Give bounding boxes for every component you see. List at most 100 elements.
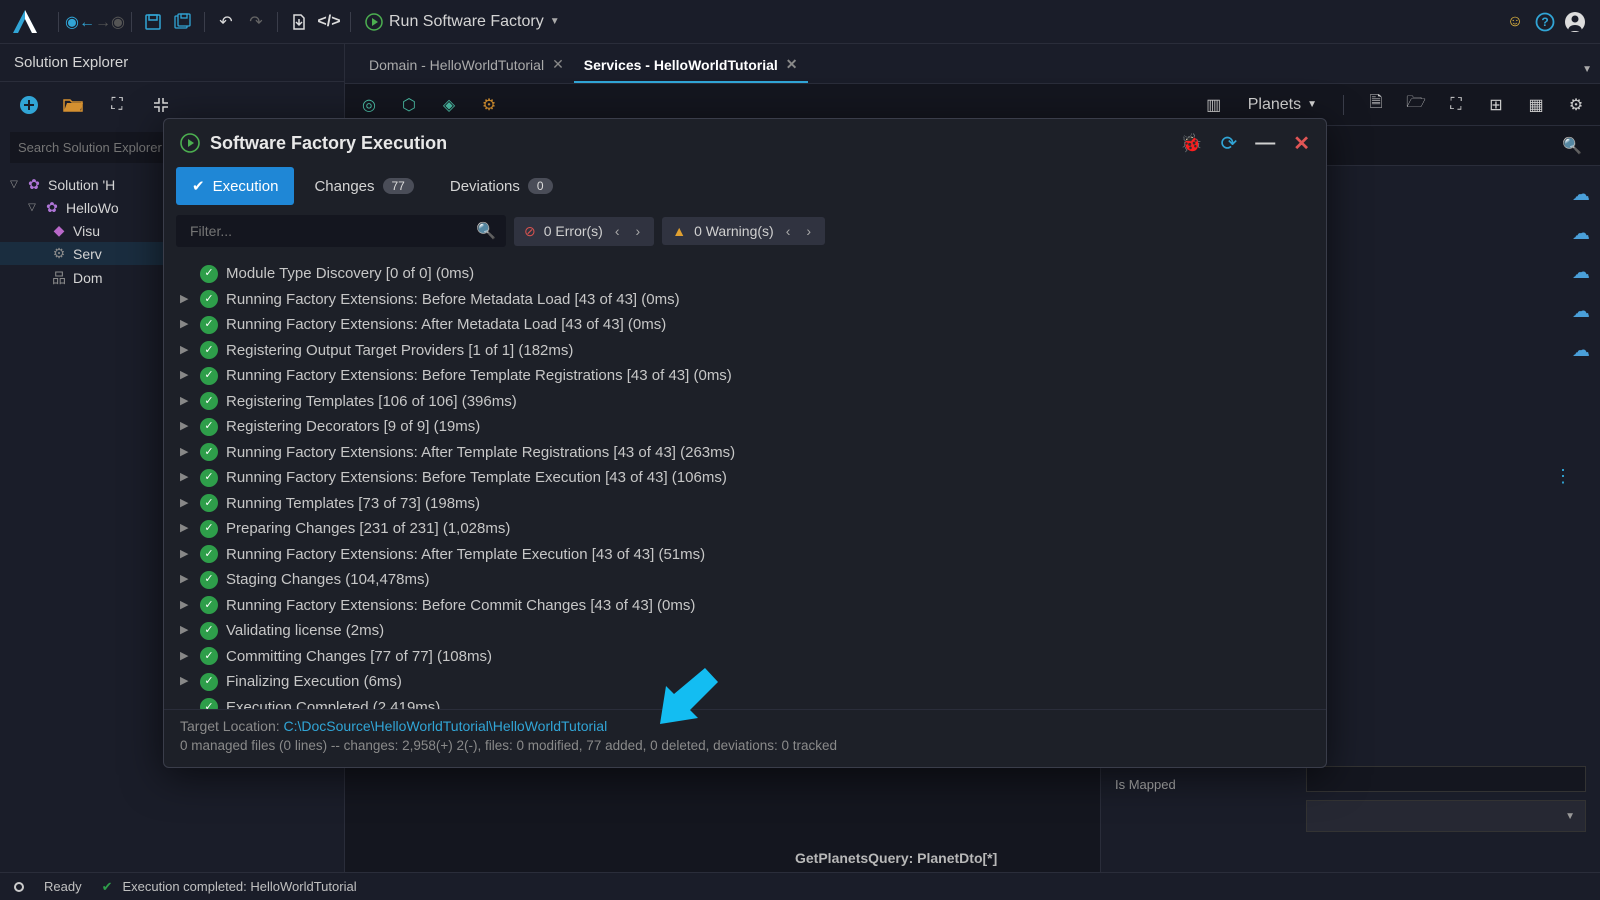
prev-warning-icon[interactable]: ‹ (782, 223, 795, 239)
save-all-icon[interactable] (168, 7, 198, 37)
status-ready: Ready (44, 879, 82, 894)
warning-icon: ▲ (672, 223, 686, 239)
cloud-icon[interactable]: ☁ (1572, 223, 1590, 244)
code-icon[interactable]: </> (314, 7, 344, 37)
expand-arrow-icon: ▶ (180, 545, 192, 564)
log-row[interactable]: ▶✓Running Factory Extensions: After Temp… (180, 542, 1310, 568)
undo-icon[interactable]: ↶ (211, 7, 241, 37)
layout-icon[interactable]: ▥ (1200, 91, 1228, 119)
is-mapped-value[interactable] (1306, 766, 1586, 792)
log-text: Finalizing Execution (6ms) (226, 669, 402, 695)
expand-icon[interactable]: ⛶ (102, 90, 132, 120)
cloud-icon[interactable]: ☁ (1572, 184, 1590, 205)
log-row[interactable]: ▶✓Staging Changes (104,478ms) (180, 567, 1310, 593)
log-row[interactable]: ▶✓Running Factory Extensions: Before Tem… (180, 465, 1310, 491)
log-row[interactable]: ▶✓Registering Decorators [9 of 9] (19ms) (180, 414, 1310, 440)
folder-open-icon[interactable] (58, 90, 88, 120)
chevron-down-icon: ▼ (550, 16, 560, 27)
folder-icon[interactable]: 🗁 (1402, 91, 1430, 119)
dialog-tabs: ✔ Execution Changes 77 Deviations 0 (164, 167, 1326, 205)
file-icon[interactable]: 🗎 (1362, 91, 1390, 119)
account-icon[interactable] (1560, 7, 1590, 37)
search-icon[interactable]: 🔍 (476, 221, 496, 241)
ct-icon-4[interactable]: ⚙ (475, 91, 503, 119)
ct-icon-1[interactable]: ◎ (355, 91, 383, 119)
errors-box[interactable]: ⊘ 0 Error(s) ‹ › (514, 217, 654, 246)
tab-services[interactable]: Services - HelloWorldTutorial ✕ (574, 48, 808, 83)
expand-icon[interactable]: ⛶ (1442, 91, 1470, 119)
log-row[interactable]: ▶✓Running Factory Extensions: Before Com… (180, 593, 1310, 619)
log-row[interactable]: ▶✓Registering Templates [106 of 106] (39… (180, 389, 1310, 415)
warnings-box[interactable]: ▲ 0 Warning(s) ‹ › (662, 217, 825, 245)
log-row[interactable]: ✓Execution Completed (2,419ms) (180, 695, 1310, 710)
add-icon[interactable] (14, 90, 44, 120)
log-row[interactable]: ▶✓Running Factory Extensions: Before Met… (180, 287, 1310, 313)
expand-arrow-icon: ▶ (180, 392, 192, 411)
search-icon[interactable]: 🔍 (1554, 132, 1590, 160)
log-text: Running Factory Extensions: After Templa… (226, 542, 705, 568)
execution-log: ✓Module Type Discovery [0 of 0] (0ms)▶✓R… (164, 257, 1326, 709)
check-icon: ✓ (200, 265, 218, 283)
tab-domain[interactable]: Domain - HelloWorldTutorial ✕ (359, 48, 574, 83)
next-warning-icon[interactable]: › (802, 223, 815, 239)
tab-changes[interactable]: Changes 77 (298, 167, 429, 205)
back-icon[interactable]: ◉← (65, 7, 95, 37)
ct-icon-3[interactable]: ◈ (435, 91, 463, 119)
log-row[interactable]: ▶✓Preparing Changes [231 of 231] (1,028m… (180, 516, 1310, 542)
next-error-icon[interactable]: › (632, 223, 645, 239)
run-software-factory-button[interactable]: Run Software Factory ▼ (357, 9, 568, 35)
log-row[interactable]: ▶✓Running Templates [73 of 73] (198ms) (180, 491, 1310, 517)
log-text: Registering Templates [106 of 106] (396m… (226, 389, 517, 415)
refresh-icon[interactable]: ⟳ (1220, 131, 1237, 156)
settings-icon[interactable]: ⚙ (1562, 91, 1590, 119)
cloud-icon[interactable]: ☁ (1572, 301, 1590, 322)
export-icon[interactable] (284, 7, 314, 37)
close-icon[interactable]: ✕ (1293, 131, 1310, 156)
expand-arrow-icon: ▶ (180, 621, 192, 640)
log-row[interactable]: ▶✓Running Factory Extensions: After Meta… (180, 312, 1310, 338)
planets-label: Planets (1248, 96, 1301, 114)
collapse-icon[interactable]: ⊞ (1482, 91, 1510, 119)
close-tab-icon[interactable]: ✕ (786, 56, 798, 73)
log-row[interactable]: ▶✓Committing Changes [77 of 77] (108ms) (180, 644, 1310, 670)
tab-deviations[interactable]: Deviations 0 (434, 167, 569, 205)
feedback-icon[interactable]: ☺ (1500, 7, 1530, 37)
target-location-link[interactable]: C:\DocSource\HelloWorldTutorial\HelloWor… (284, 718, 608, 734)
log-row[interactable]: ▶✓Running Factory Extensions: After Temp… (180, 440, 1310, 466)
more-icon[interactable]: ⋮ (1554, 466, 1572, 487)
filter-box[interactable]: 🔍 (176, 215, 506, 247)
minimize-icon[interactable]: — (1255, 132, 1275, 155)
log-row[interactable]: ▶✓Finalizing Execution (6ms) (180, 669, 1310, 695)
log-row[interactable]: ▶✓Running Factory Extensions: Before Tem… (180, 363, 1310, 389)
log-row[interactable]: ▶✓Registering Output Target Providers [1… (180, 338, 1310, 364)
help-icon[interactable]: ? (1530, 7, 1560, 37)
redo-icon[interactable]: ↷ (241, 7, 271, 37)
cloud-icon[interactable]: ☁ (1572, 262, 1590, 283)
save-icon[interactable] (138, 7, 168, 37)
close-tab-icon[interactable]: ✕ (552, 56, 564, 73)
forward-icon[interactable]: →◉ (95, 7, 125, 37)
log-row[interactable]: ▶✓Validating license (2ms) (180, 618, 1310, 644)
filter-input[interactable] (186, 219, 476, 243)
log-text: Preparing Changes [231 of 231] (1,028ms) (226, 516, 510, 542)
dropdown-box[interactable]: ▼ (1306, 800, 1586, 832)
grid-icon[interactable]: ▦ (1522, 91, 1550, 119)
prev-error-icon[interactable]: ‹ (611, 223, 624, 239)
target-location-label: Target Location: (180, 718, 284, 734)
expand-arrow-icon: ▶ (180, 341, 192, 360)
log-row[interactable]: ✓Module Type Discovery [0 of 0] (0ms) (180, 261, 1310, 287)
top-toolbar: ◉← →◉ ↶ ↷ </> Run Software Factory ▼ ☺ ? (0, 0, 1600, 44)
log-text: Registering Output Target Providers [1 o… (226, 338, 573, 364)
expand-arrow-icon: ▶ (180, 366, 192, 385)
planets-dropdown[interactable]: Planets ▼ (1240, 92, 1325, 118)
check-icon: ✓ (200, 571, 218, 589)
ct-icon-2[interactable]: ⬡ (395, 91, 423, 119)
bug-icon[interactable]: 🐞 (1180, 133, 1202, 154)
collapse-icon[interactable] (146, 90, 176, 120)
chevron-down-icon[interactable]: ▼ (1574, 56, 1600, 83)
software-factory-dialog: Software Factory Execution 🐞 ⟳ — ✕ ✔ Exe… (163, 118, 1327, 768)
cloud-icon[interactable]: ☁ (1572, 340, 1590, 361)
expand-arrow-icon: ▶ (180, 417, 192, 436)
expand-arrow-icon: ▶ (180, 290, 192, 309)
tab-execution[interactable]: ✔ Execution (176, 167, 294, 205)
